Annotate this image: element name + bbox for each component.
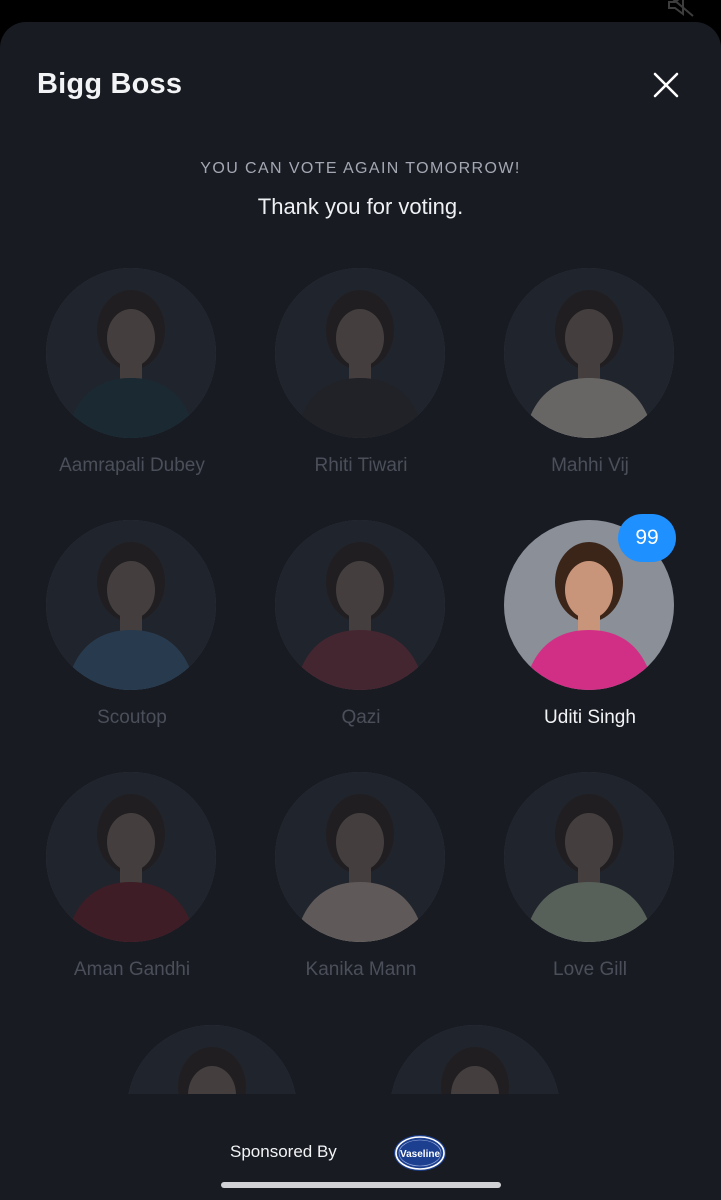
contestant-avatar[interactable]: [504, 772, 674, 942]
contestant-name: Scoutop: [97, 707, 167, 728]
footer: Sponsored By Vaseline: [0, 1094, 721, 1200]
close-icon[interactable]: [650, 69, 682, 101]
vote-again-notice: YOU CAN VOTE AGAIN TOMORROW!: [200, 160, 521, 177]
home-indicator: [221, 1182, 501, 1188]
contestant-photo: [275, 772, 445, 942]
contestant-photo: [275, 268, 445, 438]
contestant-photo: [504, 268, 674, 438]
thank-you-message: Thank you for voting.: [257, 194, 464, 219]
contestant-avatar[interactable]: [275, 772, 445, 942]
contestant-avatar[interactable]: [46, 268, 216, 438]
contestant-name: Aamrapali Dubey: [59, 455, 205, 476]
contestant-name: Uditi Singh: [544, 707, 636, 728]
status-bar: [0, 0, 721, 22]
contestant-photo: [504, 772, 674, 942]
vaseline-logo[interactable]: Vaseline: [393, 1134, 447, 1172]
contestant-avatar[interactable]: [46, 520, 216, 690]
contestant-name: Rhiti Tiwari: [314, 455, 408, 476]
sponsor-label: Sponsored By: [230, 1142, 337, 1161]
vaseline-logo-text: Vaseline: [400, 1149, 440, 1160]
contestant-photo: [46, 772, 216, 942]
contestant-photo: [46, 268, 216, 438]
contestant-name: Mahhi Vij: [551, 455, 629, 476]
page-title: Bigg Boss: [37, 68, 183, 100]
contestant-name: Qazi: [341, 707, 381, 728]
contestant-avatar[interactable]: [275, 520, 445, 690]
contestant-avatar[interactable]: [504, 268, 674, 438]
contestant-name: Kanika Mann: [305, 959, 417, 980]
contestant-name: Love Gill: [553, 959, 627, 980]
contestant-photo: [275, 520, 445, 690]
voting-sheet: Bigg Boss YOU CAN VOTE AGAIN TOMORROW! T…: [0, 22, 721, 1200]
contestant-avatar[interactable]: [275, 268, 445, 438]
contestant-avatar[interactable]: [46, 772, 216, 942]
vote-count-badge: 99: [618, 514, 676, 562]
muted-speaker-icon: [668, 0, 694, 17]
contestant-photo: [46, 520, 216, 690]
contestant-name: Aman Gandhi: [73, 959, 191, 980]
